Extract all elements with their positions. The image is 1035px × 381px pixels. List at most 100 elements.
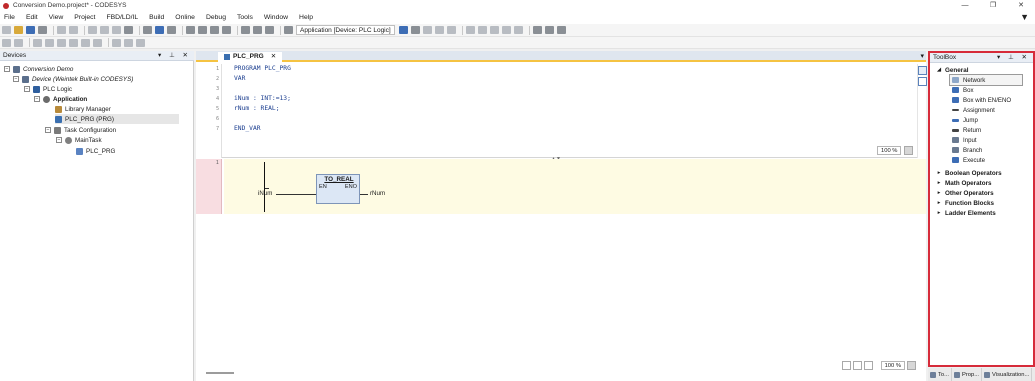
save-icon[interactable] <box>26 26 35 34</box>
toolbox-section-math-operators[interactable]: ▸ Math Operators <box>936 178 992 188</box>
output-variable[interactable]: rNum <box>370 190 385 197</box>
copy-icon[interactable] <box>100 26 109 34</box>
redo-icon[interactable] <box>69 26 78 34</box>
goto-icon[interactable] <box>167 26 176 34</box>
bookmark-icon[interactable] <box>186 26 195 34</box>
menu-file[interactable]: File <box>4 14 15 21</box>
step-over-icon[interactable] <box>465 26 475 34</box>
filter-icon[interactable]: ▼ <box>1020 12 1029 22</box>
active-application-select[interactable]: Application [Device: PLC Logic] <box>296 25 395 35</box>
tree-item-plc-prg-call[interactable]: PLC_PRG <box>76 146 115 156</box>
block-name[interactable]: TO_REAL <box>317 176 361 183</box>
toolbox-item-assignment[interactable]: Assignment <box>952 105 995 115</box>
toolbox-section-other-operators[interactable]: ▸ Other Operators <box>936 188 994 198</box>
maximize-button[interactable]: ❐ <box>979 0 1007 11</box>
expand-icon[interactable]: ▸ <box>936 170 942 176</box>
negate-icon[interactable] <box>112 38 121 47</box>
toolbox-section-function-blocks[interactable]: ▸ Function Blocks <box>936 198 994 208</box>
prev-bookmark-icon[interactable] <box>198 26 207 34</box>
collapse-icon[interactable]: − <box>4 66 10 72</box>
pointer-icon[interactable] <box>841 361 851 370</box>
menu-debug[interactable]: Debug <box>206 14 226 21</box>
menu-online[interactable]: Online <box>175 14 195 21</box>
menu-build[interactable]: Build <box>149 14 164 21</box>
login-icon[interactable] <box>398 26 408 34</box>
reset-icon[interactable] <box>446 26 456 34</box>
minimize-button[interactable]: — <box>951 0 979 11</box>
undo-icon[interactable] <box>57 26 66 34</box>
horizontal-scrollbar[interactable] <box>206 372 234 374</box>
logout-icon[interactable] <box>410 26 420 34</box>
close-window-button[interactable]: ✕ <box>1007 0 1035 11</box>
menu-fbd-ld-il[interactable]: FBD/LD/IL <box>106 14 138 21</box>
rebuild-icon[interactable] <box>253 26 262 34</box>
insert-jump-icon[interactable] <box>57 38 66 47</box>
insert-input-icon[interactable] <box>81 38 90 47</box>
menu-tools[interactable]: Tools <box>237 14 253 21</box>
insert-branch-icon[interactable] <box>93 38 102 47</box>
fbd-zoom-level[interactable]: 100 % <box>880 361 905 370</box>
tab-toolbox[interactable]: To... <box>928 368 952 381</box>
toolbox-item-box-en-eno[interactable]: Box with EN/ENO <box>952 95 1011 105</box>
find-icon[interactable] <box>143 26 152 34</box>
menu-view[interactable]: View <box>49 14 64 21</box>
tree-item-plc-prg[interactable]: PLC_PRG (PRG) <box>55 114 179 124</box>
toolbox-item-input[interactable]: Input <box>952 135 977 145</box>
unforce-values-icon[interactable] <box>556 26 566 34</box>
toolbox-item-return[interactable]: Return <box>952 125 981 135</box>
open-project-icon[interactable] <box>14 26 23 34</box>
zoom-icon[interactable] <box>907 361 916 370</box>
network-gutter[interactable] <box>196 159 222 214</box>
collapse-icon[interactable]: − <box>45 127 51 133</box>
expand-icon[interactable]: ▸ <box>936 210 942 216</box>
magnifier-icon[interactable] <box>863 361 873 370</box>
next-bookmark-icon[interactable] <box>210 26 219 34</box>
step-into-icon[interactable] <box>477 26 487 34</box>
toolbox-section-ladder-elements[interactable]: ▸ Ladder Elements <box>936 208 996 218</box>
set-next-statement-icon[interactable] <box>513 26 523 34</box>
collapse-icon[interactable]: − <box>24 86 30 92</box>
declaration-editor[interactable]: 1 2 3 4 5 6 7 PROGRAM PLC_PRG VAR iNum :… <box>196 64 927 158</box>
run-to-cursor-icon[interactable] <box>501 26 511 34</box>
input-variable[interactable]: iNum <box>258 190 272 197</box>
network-body[interactable]: iNum TO_REAL EN ENO rNum <box>224 159 926 214</box>
toolbox-section-boolean-operators[interactable]: ▸ Boolean Operators <box>936 168 1002 178</box>
clean-icon[interactable] <box>265 26 274 34</box>
clear-bookmarks-icon[interactable] <box>222 26 231 34</box>
toolbox-item-branch[interactable]: Branch <box>952 145 982 155</box>
menu-project[interactable]: Project <box>74 14 95 21</box>
step-out-icon[interactable] <box>489 26 499 34</box>
tree-item-task-configuration[interactable]: − Task Configuration <box>45 125 116 135</box>
tree-item-project[interactable]: − Conversion Demo <box>4 64 73 74</box>
tree-item-device[interactable]: − Device (Weintek Built-in CODESYS) <box>13 74 133 84</box>
insert-return-icon[interactable] <box>69 38 78 47</box>
collapse-icon[interactable]: − <box>56 137 62 143</box>
build-icon[interactable] <box>241 26 250 34</box>
new-project-icon[interactable] <box>2 26 11 34</box>
tab-visualization[interactable]: Visualization... <box>982 368 1033 381</box>
pan-icon[interactable] <box>852 361 862 370</box>
toolbox-item-box[interactable]: Box <box>952 85 974 95</box>
tree-item-plc-logic[interactable]: − PLC Logic <box>24 84 72 94</box>
menu-help[interactable]: Help <box>299 14 313 21</box>
collapse-icon[interactable]: − <box>34 96 40 102</box>
tab-plc-prg[interactable]: PLC_PRG ✕ <box>218 52 283 62</box>
devices-panel-controls[interactable]: ▾ ⊥ ✕ <box>158 51 191 61</box>
tree-item-application[interactable]: − Application <box>34 94 87 104</box>
expand-icon[interactable]: ▸ <box>936 190 942 196</box>
toolbox-item-execute[interactable]: Execute <box>952 155 985 165</box>
toolbox-panel-controls[interactable]: ▾ ⊥ ✕ <box>997 53 1030 63</box>
fbd-network-1[interactable]: 1 iNum TO_REAL EN ENO rNum <box>196 159 926 214</box>
delete-icon[interactable] <box>124 26 133 34</box>
insert-network-icon[interactable] <box>2 38 11 47</box>
toolbox-item-network[interactable]: Network <box>949 74 1023 86</box>
replace-icon[interactable] <box>155 26 164 34</box>
edge-detect-icon[interactable] <box>124 38 133 47</box>
force-values-icon[interactable] <box>544 26 554 34</box>
stop-icon[interactable] <box>434 26 444 34</box>
collapse-icon[interactable]: − <box>13 76 19 82</box>
menu-edit[interactable]: Edit <box>26 14 38 21</box>
paste-icon[interactable] <box>112 26 121 34</box>
expand-icon[interactable]: ▸ <box>936 200 942 206</box>
tree-item-maintask[interactable]: − MainTask <box>56 135 102 145</box>
